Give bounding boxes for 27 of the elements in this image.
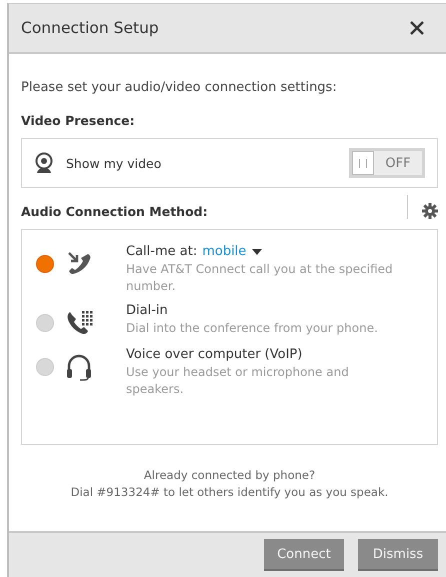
footer-note: Already connected by phone?	[142, 467, 316, 484]
phone-keypad-icon	[66, 309, 94, 335]
headset-icon	[66, 353, 92, 381]
webcam-icon	[34, 152, 54, 174]
intro-text: Please set your audio/video connection settings:	[21, 80, 338, 95]
option-description: Dial into the conference from your phone.	[126, 320, 379, 337]
option-description: Have AT&T Connect call you at the specified number.	[126, 261, 394, 295]
close-icon[interactable]	[410, 21, 424, 35]
footer-note: Dial #913324# to let others identify you as you speak.	[70, 484, 390, 501]
window-title: Connection Setup	[21, 19, 159, 37]
section-heading: Audio Connection Method:	[21, 204, 209, 219]
dialog-button[interactable]: Connect	[264, 539, 344, 571]
option-title: Voice over computer (VoIP)	[126, 347, 302, 362]
video-toggle[interactable]: OFF	[349, 148, 425, 178]
number-dropdown[interactable]: mobile	[202, 244, 262, 259]
radio-button[interactable]	[36, 255, 54, 273]
settings-icon[interactable]	[422, 203, 438, 219]
section-heading: Video Presence:	[21, 113, 136, 128]
radio-button[interactable]	[36, 358, 54, 376]
option-title: Dial-in	[126, 303, 168, 318]
caret-icon	[252, 248, 262, 254]
option-title: Call-me at:	[126, 244, 198, 259]
incoming-call-icon	[66, 250, 92, 276]
option-description: Use your headset or microphone and speakers.	[126, 364, 350, 398]
radio-button[interactable]	[36, 314, 54, 332]
dialog-button[interactable]: Dismiss	[358, 539, 438, 571]
video-label: Show my video	[66, 156, 162, 170]
